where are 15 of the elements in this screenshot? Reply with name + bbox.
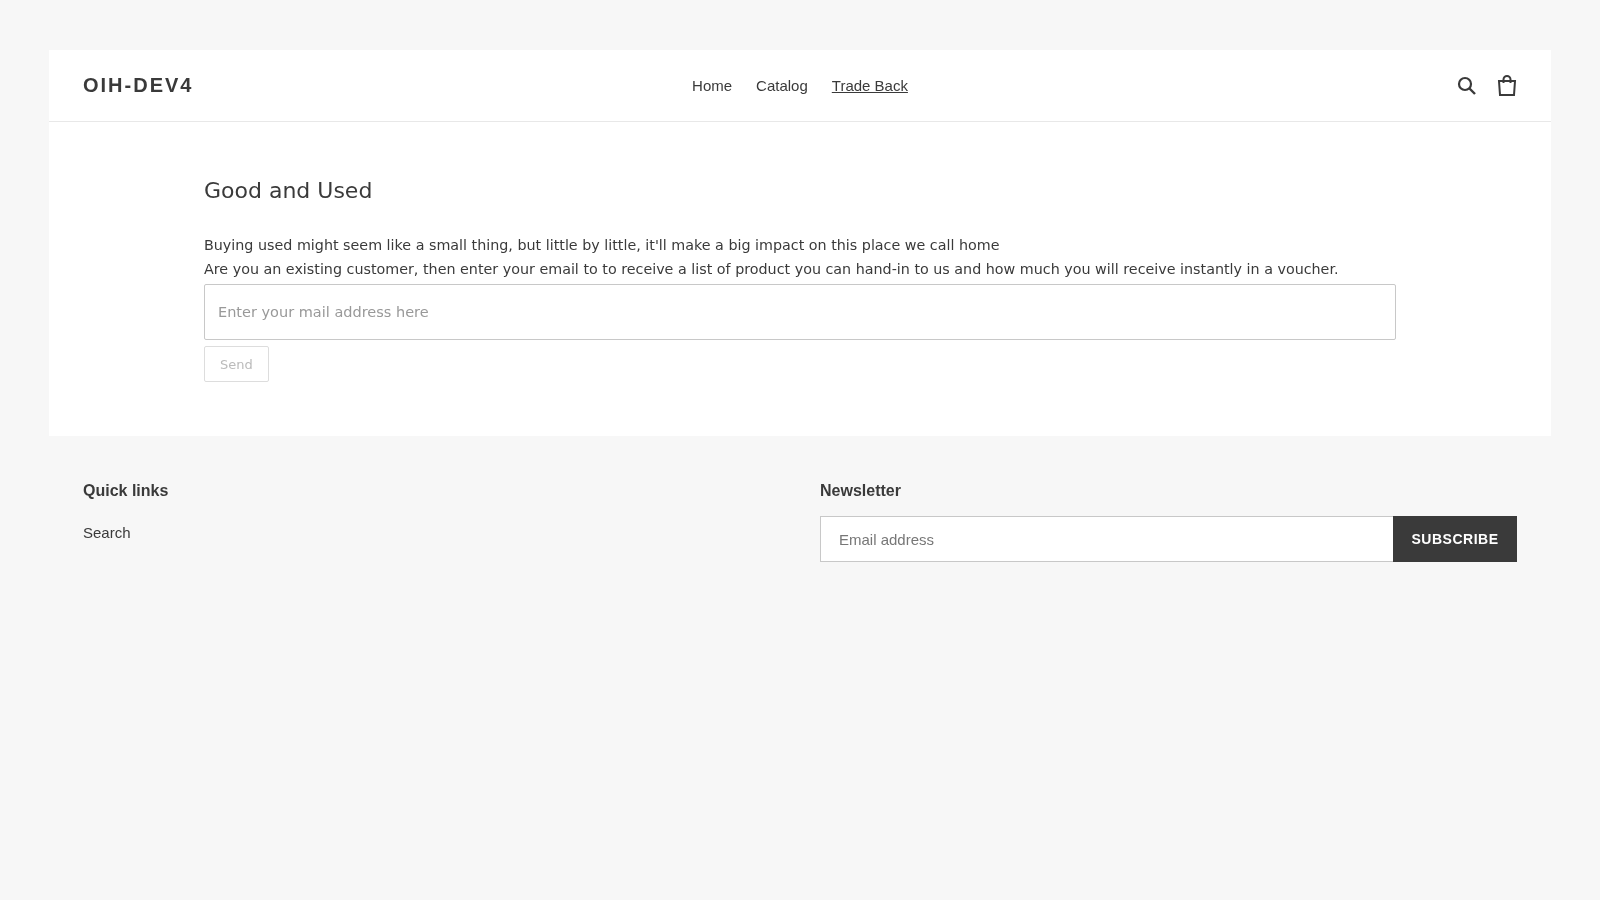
newsletter-email-field[interactable]: Email address	[820, 516, 1393, 562]
nav-link[interactable]: Home	[692, 77, 733, 94]
search-icon[interactable]	[1457, 75, 1477, 96]
footer-heading: Quick links	[83, 482, 170, 500]
subscribe-button[interactable]: SUBSCRIBE	[1393, 516, 1517, 562]
store-logo[interactable]: OIH-DEV4	[83, 74, 194, 97]
description-text: Buying used might seem like a small thing, but little by little, it'll make a big impact on this place we call home	[204, 236, 1001, 255]
page-title: Good and Used	[204, 178, 374, 203]
footer-heading: Newsletter	[820, 482, 902, 500]
shopping-bag-icon[interactable]	[1497, 75, 1517, 96]
nav-link[interactable]: Catalog	[756, 77, 808, 94]
footer-link[interactable]: Search	[83, 524, 131, 541]
email-input-field[interactable]: Enter your mail address here	[204, 284, 1396, 340]
description-text: Are you an existing customer, then enter your email to to receive a list of product you can hand-in to us and how much you will receive instantly in a voucher.	[204, 260, 1340, 279]
nav-link[interactable]: Trade Back	[831, 77, 908, 94]
